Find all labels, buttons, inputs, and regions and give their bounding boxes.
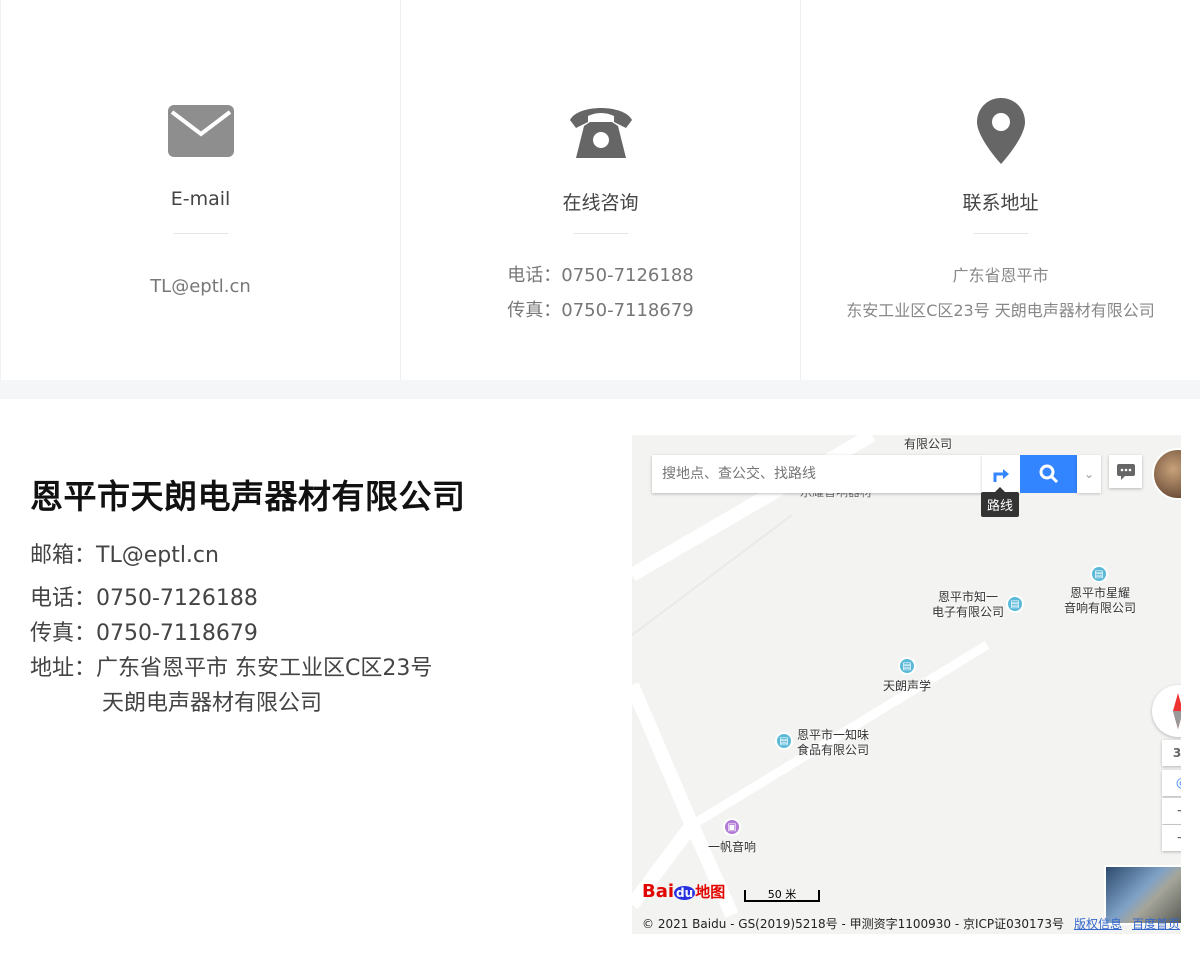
message-button[interactable] (1109, 455, 1142, 488)
consult-card: 在线咨询 电话：0750-7126188 传真：0750-7118679 (400, 0, 800, 380)
rights-link[interactable]: 版权信息 (1074, 917, 1122, 931)
company-phone: 电话：0750-7126188 (30, 586, 258, 611)
map-label: 有限公司 (904, 437, 953, 451)
divider (174, 233, 228, 234)
poi-pin-icon[interactable]: ▤ (1090, 565, 1108, 583)
email-card: E-mail TL@eptl.cn (0, 0, 400, 380)
address-card: 联系地址 广东省恩平市 东安工业区C区23号 天朗电声器材有限公司 (800, 0, 1200, 380)
zoom-in-button[interactable]: + (1162, 798, 1181, 824)
section-divider (0, 380, 1200, 399)
chevron-down-icon[interactable]: ⌄ (1077, 455, 1101, 493)
search-icon (1039, 464, 1058, 484)
address-card-title: 联系地址 (962, 192, 1039, 214)
baidu-map[interactable]: 有限公司 乐耀音响器材 ⌄ 路线 ▤ 恩平市知一电子有限公司 ▤ 恩平市星耀音响… (632, 435, 1181, 934)
company-name: 恩平市天朗电声器材有限公司 (30, 477, 466, 516)
company-info: 恩平市天朗电声器材有限公司 邮箱：TL@eptl.cn 电话：0750-7126… (30, 470, 590, 716)
map-search-box (652, 455, 982, 493)
poi-label[interactable]: 一帆音响 (708, 840, 756, 855)
email-card-value[interactable]: TL@eptl.cn (1, 276, 400, 297)
contact-cards: E-mail TL@eptl.cn 在线咨询 电话：0750-7126188 传… (0, 0, 1200, 380)
location-pin-icon (801, 98, 1200, 164)
map-scale: 50 米 (744, 889, 820, 902)
poi-label[interactable]: 天朗声学 (883, 679, 931, 694)
poi-label[interactable]: 恩平市一知味 食品有限公司 (797, 728, 869, 758)
route-tooltip: 路线 (981, 487, 1020, 517)
zoom-out-button[interactable]: − (1162, 825, 1181, 851)
poi-pin-icon[interactable]: ▤ (775, 732, 793, 750)
email-card-title: E-mail (170, 188, 231, 210)
address-line-1: 广东省恩平市 (952, 266, 1049, 285)
divider (574, 233, 628, 234)
telephone-icon (401, 98, 800, 164)
baidu-home-link[interactable]: 百度首页 (1132, 917, 1180, 931)
poi-pin-icon[interactable]: ▣ (723, 818, 741, 836)
fax-value: 传真：0750-7118679 (507, 300, 694, 321)
map-copyright: © 2021 Baidu - GS(2019)5218号 - 甲测资字11009… (642, 917, 1180, 931)
poi-pin-icon[interactable]: ▤ (1006, 595, 1024, 613)
company-fax: 传真：0750-7118679 (30, 621, 258, 646)
map-3d-button[interactable]: 3D (1162, 740, 1181, 766)
baidu-map-logo[interactable]: Bai du 地图 (642, 881, 725, 902)
compass-icon[interactable] (1152, 685, 1181, 737)
company-email: 邮箱：TL@eptl.cn (30, 543, 219, 568)
company-address: 地址：广东省恩平市 东安工业区C区23号 (30, 656, 433, 681)
address-line-2: 东安工业区C区23号 天朗电声器材有限公司 (846, 301, 1155, 320)
consult-card-title: 在线咨询 (562, 192, 639, 214)
company-address-line2: 天朗电声器材有限公司 (102, 691, 323, 716)
phone-value: 电话：0750-7126188 (507, 265, 694, 286)
message-icon (1116, 463, 1135, 480)
envelope-icon (1, 98, 400, 164)
divider (974, 233, 1028, 234)
poi-label[interactable]: 恩平市星耀 音响有限公司 (1064, 586, 1136, 616)
map-search-button[interactable] (1020, 455, 1077, 493)
route-icon (993, 469, 1009, 482)
poi-label[interactable]: 恩平市知一 电子有限公司 (932, 590, 1004, 620)
poi-pin-icon[interactable]: ▤ (898, 657, 916, 675)
map-search-input[interactable] (652, 455, 972, 493)
locate-icon[interactable]: ◎ (1162, 770, 1181, 796)
